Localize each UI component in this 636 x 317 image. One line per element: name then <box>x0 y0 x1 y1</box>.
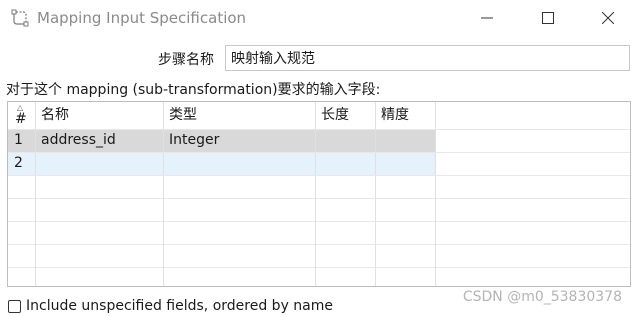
step-name-label: 步骤名称 <box>158 52 214 68</box>
watermark: CSDN @m0_53830378 <box>462 289 622 305</box>
step-name-input[interactable] <box>225 45 630 71</box>
transformation-icon <box>11 9 29 27</box>
cell-length[interactable] <box>315 129 375 152</box>
row-number: 2 <box>14 155 23 171</box>
include-unspecified-checkbox[interactable]: Include unspecified fields, ordered by n… <box>8 297 333 315</box>
input-fields-table[interactable]: △ # 名称 类型 长度 精度 1 address_id Integer 2 <box>7 101 631 287</box>
fields-description: 对于这个 mapping (sub-transformation)要求的输入字段… <box>6 82 381 98</box>
cell-precision[interactable] <box>375 152 435 175</box>
column-header-name[interactable]: 名称 <box>35 102 163 129</box>
include-unspecified-label: Include unspecified fields, ordered by n… <box>26 298 334 314</box>
row-number: 1 <box>14 132 23 148</box>
close-button[interactable] <box>585 0 631 36</box>
maximize-icon <box>542 12 554 24</box>
column-header-length[interactable]: 长度 <box>315 102 375 129</box>
cell-length[interactable] <box>315 152 375 175</box>
cell-precision[interactable] <box>375 129 435 152</box>
close-icon <box>602 12 614 24</box>
minimize-button[interactable] <box>464 0 510 36</box>
cell-name[interactable] <box>35 152 163 175</box>
window-title: Mapping Input Specification <box>37 9 247 27</box>
cell-type[interactable]: Integer <box>163 129 315 152</box>
checkbox-box[interactable] <box>8 299 21 313</box>
title-bar: Mapping Input Specification <box>0 0 636 36</box>
maximize-button[interactable] <box>525 0 571 36</box>
cell-name[interactable]: address_id <box>35 129 163 152</box>
column-header-precision[interactable]: 精度 <box>375 102 435 129</box>
column-header-type[interactable]: 类型 <box>163 102 315 129</box>
minimize-icon <box>481 17 493 19</box>
cell-type[interactable] <box>163 152 315 175</box>
